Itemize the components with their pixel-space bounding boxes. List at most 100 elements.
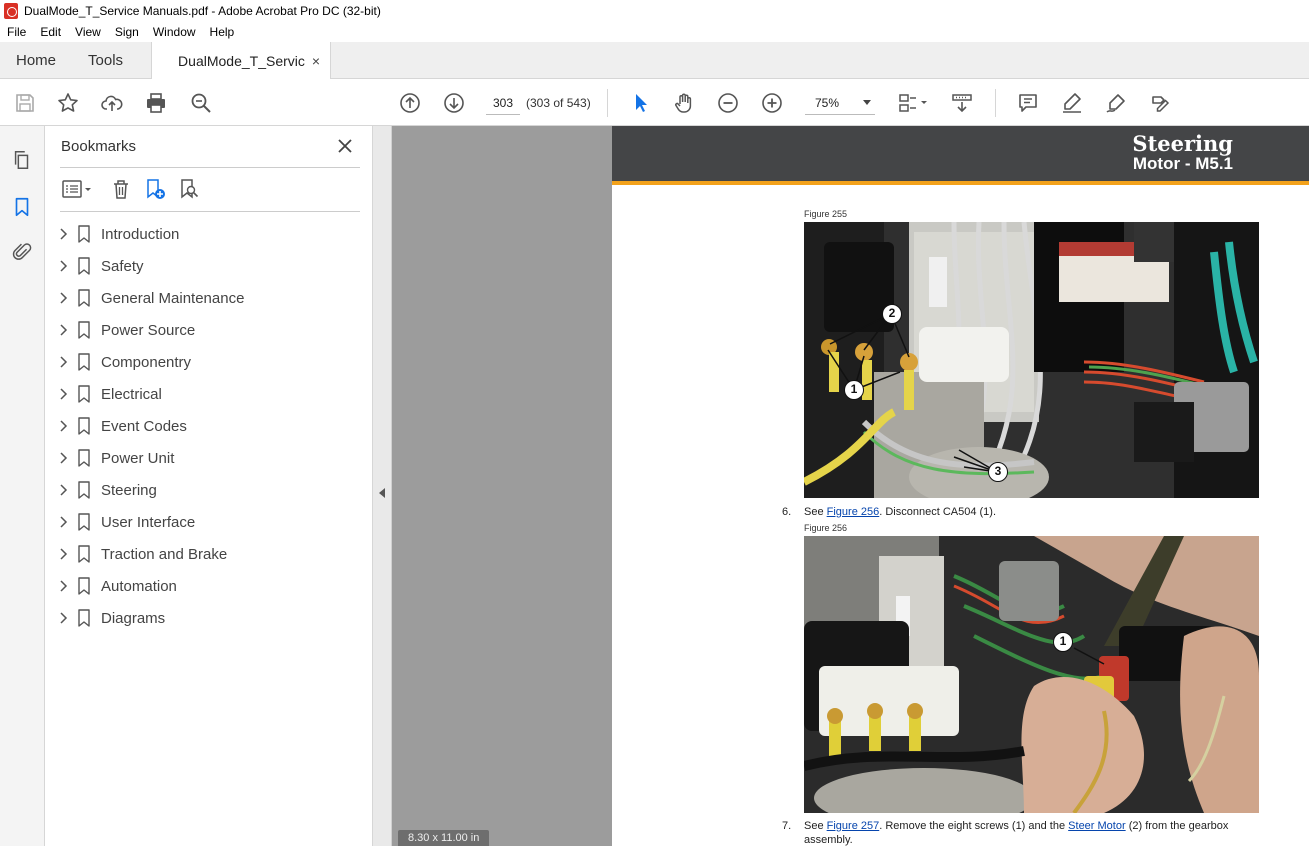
menu-sign[interactable]: Sign [108,25,146,39]
tab-bar: Home Tools DualMode_T_Servic... × [0,42,1309,79]
chevron-right-icon[interactable] [57,515,71,529]
delete-bookmark-icon[interactable] [108,176,134,202]
steer-motor-link[interactable]: Steer Motor [1068,820,1125,832]
page-fit-icon[interactable] [895,90,931,116]
figure-caption: Figure 255 [804,209,848,219]
bookmark-icon [77,353,91,371]
menu-edit[interactable]: Edit [33,25,68,39]
page-header-title: Steering [1132,131,1233,156]
figure-257-link[interactable]: Figure 257 [827,820,880,832]
bookmark-label: Steering [101,481,157,499]
bookmark-icon [77,225,91,243]
document-viewer[interactable]: 8.30 x 11.00 in Steering Motor - M5.1 Fi… [392,126,1309,846]
bookmark-item-general-maintenance[interactable]: General Maintenance [57,282,367,314]
menu-help[interactable]: Help [203,25,242,39]
chevron-right-icon[interactable] [57,291,71,305]
bookmark-item-automation[interactable]: Automation [57,570,367,602]
zoom-level-select[interactable]: 75% [805,91,875,115]
bookmark-list: Introduction Safety General Maintenance … [57,218,367,634]
page-thumbnails-icon[interactable] [9,147,35,173]
chevron-right-icon[interactable] [57,227,71,241]
chevron-right-icon[interactable] [57,547,71,561]
bookmark-item-diagrams[interactable]: Diagrams [57,602,367,634]
figure-caption: Figure 256 [804,523,848,533]
zoom-in-icon[interactable] [759,90,785,116]
tab-tools[interactable]: Tools [72,42,139,79]
bookmark-item-componentry[interactable]: Componentry [57,346,367,378]
chevron-right-icon[interactable] [57,323,71,337]
chevron-right-icon[interactable] [57,259,71,273]
bookmark-item-introduction[interactable]: Introduction [57,218,367,250]
bookmark-item-power-source[interactable]: Power Source [57,314,367,346]
upload-icon[interactable] [99,90,125,116]
options-menu-icon[interactable] [60,176,96,202]
draw-sign-icon[interactable] [1103,90,1129,116]
print-icon[interactable] [143,90,169,116]
bookmark-icon [77,577,91,595]
bookmark-icon [77,385,91,403]
chevron-right-icon[interactable] [57,419,71,433]
bookmark-label: Event Codes [101,417,187,435]
bookmark-label: Introduction [101,225,180,243]
bookmark-icon [77,545,91,563]
figure-256-link[interactable]: Figure 256 [827,506,880,518]
bookmark-item-event-codes[interactable]: Event Codes [57,410,367,442]
save-icon[interactable] [12,90,38,116]
bookmark-item-safety[interactable]: Safety [57,250,367,282]
bookmark-icon [77,481,91,499]
bookmark-label: Power Unit [101,449,175,467]
pdf-page: Steering Motor - M5.1 Figure 255 2 1 3 6… [612,126,1309,846]
new-bookmark-icon[interactable] [142,176,168,202]
previous-page-icon[interactable] [397,90,423,116]
chevron-right-icon[interactable] [57,355,71,369]
page-size-indicator: 8.30 x 11.00 in [398,830,490,846]
find-bookmark-icon[interactable] [176,176,202,202]
bookmark-item-user-interface[interactable]: User Interface [57,506,367,538]
page-header: Steering Motor - M5.1 [612,126,1309,181]
bookmark-label: Traction and Brake [101,545,228,563]
chevron-right-icon[interactable] [57,611,71,625]
document-tab-label: DualMode_T_Servic... [178,52,306,69]
bookmark-item-power-unit[interactable]: Power Unit [57,442,367,474]
bookmark-icon [77,609,91,627]
page-number-input[interactable] [486,91,520,115]
menu-window[interactable]: Window [146,25,203,39]
select-cursor-icon[interactable] [628,90,654,116]
chevron-right-icon[interactable] [57,483,71,497]
close-panel-icon[interactable] [335,136,355,156]
bookmarks-icon[interactable] [9,194,35,220]
next-page-icon[interactable] [441,90,467,116]
tab-home[interactable]: Home [0,42,72,79]
step-number: 7. [782,820,792,832]
bookmarks-title: Bookmarks [61,138,137,155]
menu-view[interactable]: View [68,25,108,39]
collapse-panel-icon[interactable] [379,488,385,498]
fill-sign-icon[interactable] [1147,90,1173,116]
attachments-icon[interactable] [9,239,35,265]
panel-splitter[interactable] [373,126,392,846]
page-header-subtitle: Motor - M5.1 [1132,154,1233,173]
scroll-mode-icon[interactable] [949,90,975,116]
callout-marker: 1 [844,380,864,400]
chevron-right-icon[interactable] [57,387,71,401]
menu-file[interactable]: File [0,25,33,39]
bookmark-icon [77,417,91,435]
bookmark-item-steering[interactable]: Steering [57,474,367,506]
tab-document[interactable]: DualMode_T_Servic... × [151,42,332,79]
bookmark-icon [77,449,91,467]
zoom-out-icon[interactable] [715,90,741,116]
bookmark-toolbar [60,176,360,204]
step-text: See [804,506,827,518]
highlight-pen-icon[interactable] [1059,90,1085,116]
close-tab-icon[interactable]: × [312,53,320,69]
callout-marker: 3 [988,462,1008,482]
hand-tool-icon[interactable] [671,90,697,116]
bookmark-item-electrical[interactable]: Electrical [57,378,367,410]
bookmark-item-traction-and-brake[interactable]: Traction and Brake [57,538,367,570]
chevron-right-icon[interactable] [57,579,71,593]
star-icon[interactable] [55,90,81,116]
chevron-right-icon[interactable] [57,451,71,465]
search-zoom-icon[interactable] [188,90,214,116]
comment-icon[interactable] [1015,90,1041,116]
toolbar: (303 of 543) 75% [0,79,1309,126]
